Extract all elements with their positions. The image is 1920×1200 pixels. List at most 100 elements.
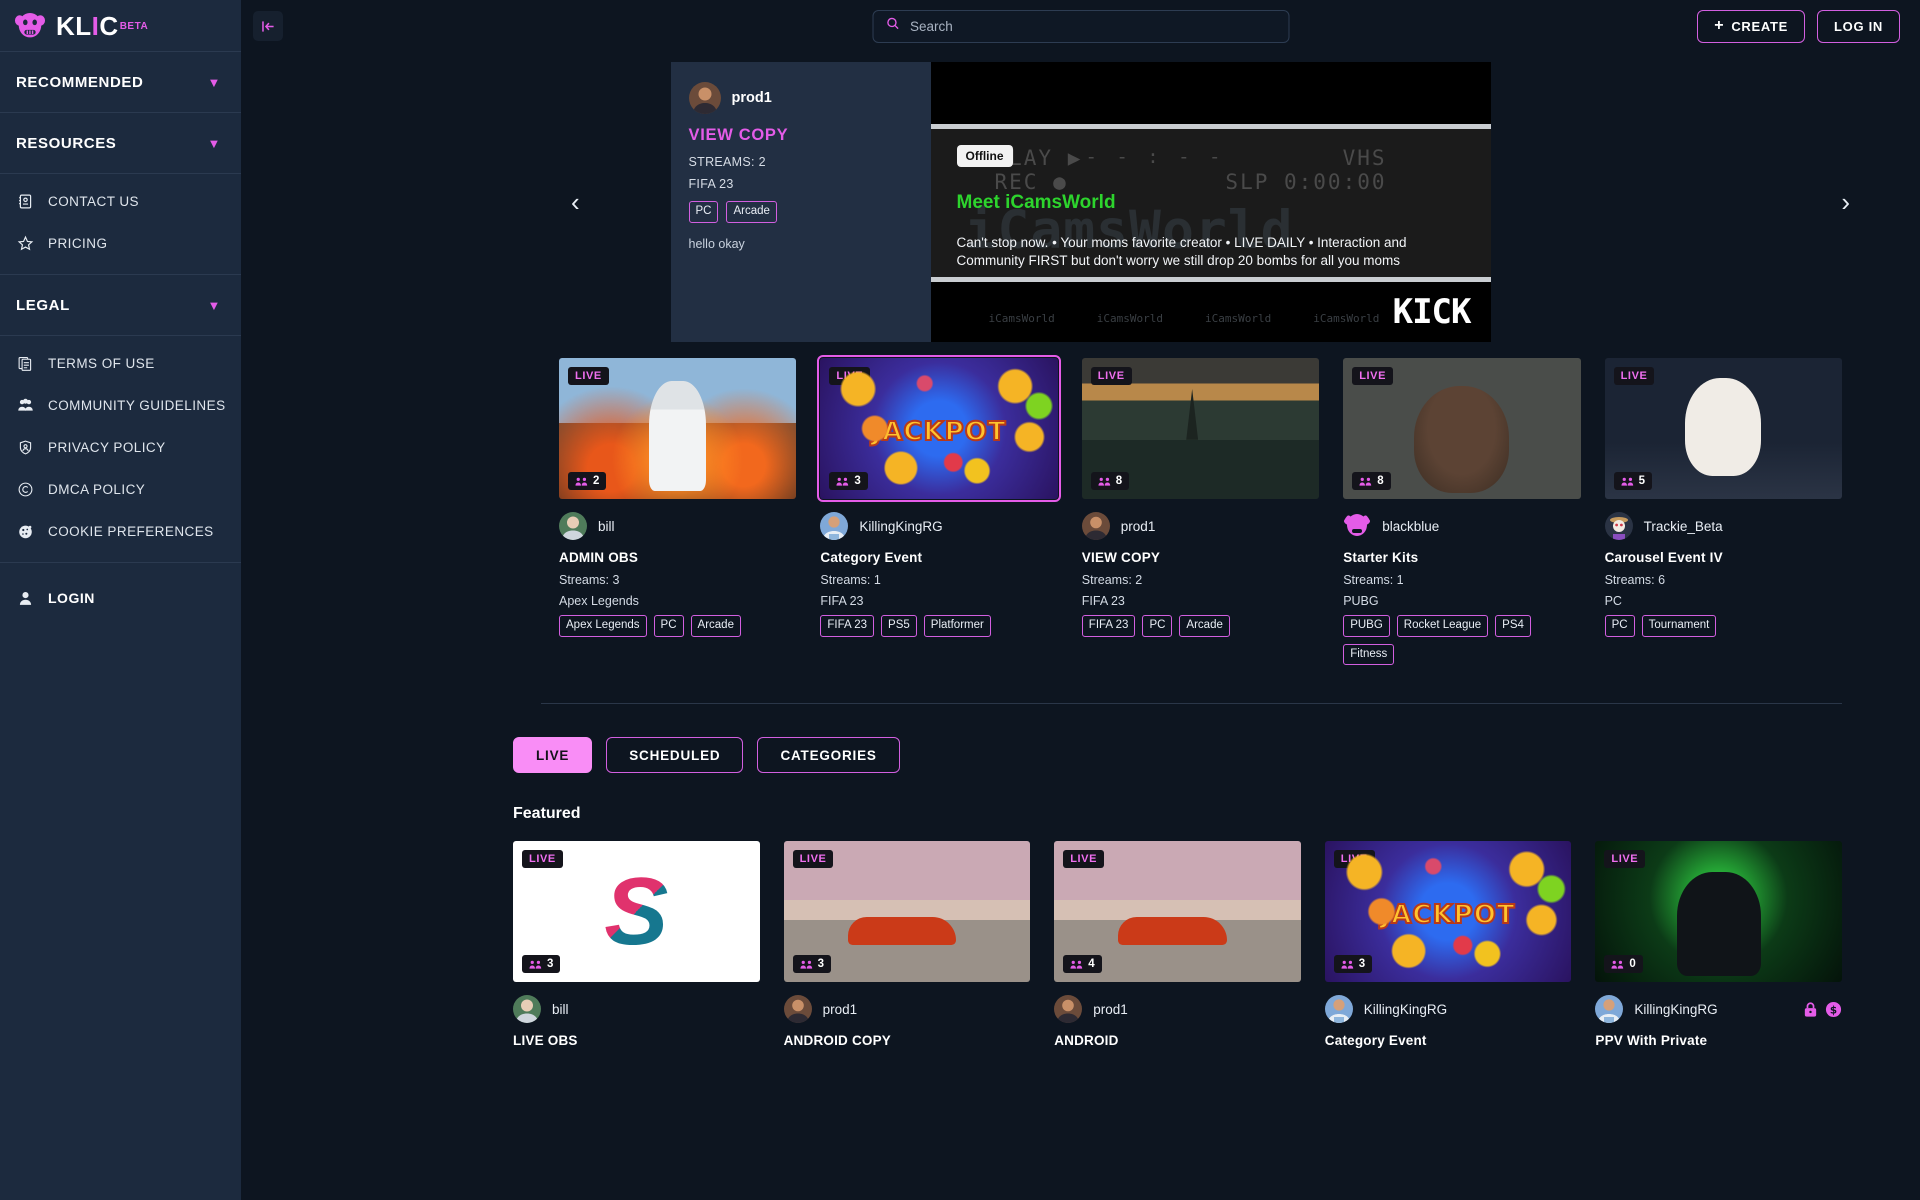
tag[interactable]: PC <box>653 615 684 637</box>
sidebar-item-pricing[interactable]: PRICING <box>0 222 241 264</box>
search-box[interactable] <box>872 9 1289 43</box>
brand-logo[interactable]: KLICBETA <box>0 0 241 52</box>
tag[interactable]: Arcade <box>690 615 741 637</box>
tab-categories[interactable]: CATEGORIES <box>757 737 900 774</box>
card-tags: FIFA 23 PC Arcade <box>1081 615 1319 637</box>
sidebar-item-label: CONTACT US <box>48 193 140 209</box>
tag[interactable]: Platformer <box>923 615 991 637</box>
sidebar-item-terms-of-use[interactable]: TERMS OF USE <box>0 342 241 384</box>
sidebar-item-cookie-preferences[interactable]: COOKIE PREFERENCES <box>0 510 241 552</box>
sidebar-item-privacy-policy[interactable]: PRIVACY POLICY <box>0 426 241 468</box>
tag[interactable]: PC <box>688 201 719 223</box>
sidebar-section-label: RECOMMENDED <box>16 73 144 91</box>
chevron-down-icon: ▼ <box>207 74 221 90</box>
tag[interactable]: PS5 <box>881 615 917 637</box>
featured-card[interactable]: LIVE 4 prod1 ANDROID <box>1054 841 1301 1056</box>
platform-logo: KICK <box>1392 292 1472 332</box>
collapse-sidebar-icon[interactable] <box>253 11 283 41</box>
featured-card-grid: LIVE 3 bill LIVE OBS <box>241 823 1920 1056</box>
hero-media-player[interactable]: iCamsWorld PLAY ▶ - - : - - REC ● VHS SL… <box>930 62 1491 342</box>
sidebar-item-label: COMMUNITY GUIDELINES <box>48 397 226 413</box>
featured-card[interactable]: LIVE 3 KillingKingRG <box>1324 841 1572 1056</box>
sidebar-group-legal: TERMS OF USE COMMUNITY GUIDELINES PRIVAC… <box>0 336 241 562</box>
sidebar-item-community-guidelines[interactable]: COMMUNITY GUIDELINES <box>0 384 241 426</box>
carousel-prev-icon[interactable]: ‹ <box>571 189 580 215</box>
tag[interactable]: PC <box>1142 615 1173 637</box>
card-user[interactable]: blackblue <box>1343 512 1580 540</box>
card-username: prod1 <box>1120 518 1156 534</box>
tag[interactable]: Arcade <box>726 201 777 223</box>
card-user[interactable]: prod1 <box>1054 995 1301 1024</box>
stream-thumbnail[interactable]: LIVE 5 <box>1604 358 1842 499</box>
tag[interactable]: PC <box>1604 615 1635 637</box>
stream-thumbnail[interactable]: LIVE 4 <box>1054 841 1301 983</box>
shield-icon <box>16 438 35 457</box>
stream-thumbnail[interactable]: LIVE 3 <box>817 355 1061 502</box>
tab-scheduled[interactable]: SCHEDULED <box>606 737 744 774</box>
card-user[interactable]: KillingKingRG $ <box>1595 995 1842 1024</box>
dollar-icon[interactable]: $ <box>1825 1001 1842 1018</box>
card-username: KillingKingRG <box>859 518 943 534</box>
card-title: ADMIN OBS <box>559 550 639 565</box>
tag[interactable]: Rocket League <box>1396 615 1489 637</box>
card-user[interactable]: prod1 <box>783 995 1031 1024</box>
stream-thumbnail[interactable]: LIVE 3 <box>1324 841 1572 983</box>
sidebar-item-login[interactable]: LOGIN <box>0 577 241 619</box>
hero-user[interactable]: prod1 <box>688 82 913 114</box>
featured-card[interactable]: LIVE 3 bill LIVE OBS <box>513 841 760 1056</box>
stream-card[interactable]: LIVE 8 blackblue Starter Kits Streams: 1… <box>1343 358 1581 666</box>
login-button-label: LOG IN <box>1834 18 1883 34</box>
tag[interactable]: FIFA 23 <box>820 615 875 637</box>
card-user[interactable]: prod1 <box>1081 512 1319 540</box>
tag[interactable]: PUBG <box>1343 615 1390 637</box>
stream-thumbnail[interactable]: LIVE 0 <box>1595 841 1842 983</box>
featured-card[interactable]: LIVE 3 prod1 ANDROID COPY <box>783 841 1031 1056</box>
lock-icon[interactable] <box>1802 1001 1819 1018</box>
stream-card[interactable]: LIVE 2 bill ADMIN OBS Streams: 3 Apex Le… <box>559 358 797 665</box>
stream-thumbnail[interactable]: LIVE 8 <box>1343 358 1581 499</box>
card-user[interactable]: KillingKingRG <box>1324 995 1572 1024</box>
create-button[interactable]: + CREATE <box>1697 9 1806 43</box>
stream-thumbnail[interactable]: LIVE 2 <box>559 358 797 499</box>
card-user[interactable]: Trackie_Beta <box>1604 512 1842 540</box>
card-game: PC <box>1604 594 1622 608</box>
tag[interactable]: Arcade <box>1179 615 1230 637</box>
sidebar-section-recommended[interactable]: RECOMMENDED ▼ <box>0 52 241 113</box>
offline-status-badge: Offline <box>956 145 1013 167</box>
tag[interactable]: FIFA 23 <box>1081 615 1136 637</box>
tab-live[interactable]: LIVE <box>513 737 593 774</box>
tag[interactable]: PS4 <box>1495 615 1531 637</box>
login-button[interactable]: LOG IN <box>1817 9 1900 43</box>
stream-card[interactable]: LIVE 8 prod1 VIEW COPY Streams: 2 FIFA 2… <box>1081 358 1320 665</box>
content-tabs: LIVE SCHEDULED CATEGORIES <box>241 704 1920 774</box>
viewer-count-value: 3 <box>817 958 824 971</box>
card-title: Category Event <box>1324 1033 1427 1049</box>
stream-card[interactable]: LIVE 5 Trackie_Beta Carousel Event IV St… <box>1604 358 1842 665</box>
carousel-next-icon[interactable]: › <box>1841 189 1850 215</box>
stream-thumbnail[interactable]: LIVE 8 <box>1081 358 1320 499</box>
stream-thumbnail[interactable]: LIVE 3 <box>513 841 760 983</box>
carousel-card-grid: LIVE 2 bill ADMIN OBS Streams: 3 Apex Le… <box>241 342 1920 666</box>
avatar <box>1604 512 1633 540</box>
topbar: + CREATE LOG IN <box>241 0 1920 52</box>
tag[interactable]: Apex Legends <box>559 615 647 637</box>
stream-thumbnail[interactable]: LIVE 3 <box>783 841 1031 983</box>
tag[interactable]: Tournament <box>1641 615 1717 637</box>
featured-card[interactable]: LIVE 0 KillingKingRG $ PPV With Private <box>1595 841 1842 1056</box>
card-user[interactable]: bill <box>559 512 796 540</box>
card-streams: Streams: 3 <box>559 573 620 587</box>
sidebar-item-contact-us[interactable]: CONTACT US <box>0 180 241 222</box>
tag[interactable]: Fitness <box>1343 643 1395 666</box>
viewer-count-value: 3 <box>547 958 554 971</box>
card-user[interactable]: KillingKingRG <box>820 512 1057 540</box>
search-input[interactable] <box>910 18 1276 34</box>
sidebar-section-resources[interactable]: RESOURCES ▼ <box>0 113 241 174</box>
osd-slp-timer: SLP 0:00:00 <box>1225 170 1387 194</box>
stream-card[interactable]: LIVE 3 KillingKingRG <box>817 355 1061 665</box>
card-username: prod1 <box>1093 1001 1128 1017</box>
card-title: PPV With Private <box>1595 1033 1708 1049</box>
sidebar-section-legal[interactable]: LEGAL ▼ <box>0 275 241 336</box>
card-user[interactable]: bill <box>513 995 760 1024</box>
sidebar-item-dmca-policy[interactable]: DMCA POLICY <box>0 468 241 510</box>
viewer-count: 8 <box>1352 472 1391 490</box>
